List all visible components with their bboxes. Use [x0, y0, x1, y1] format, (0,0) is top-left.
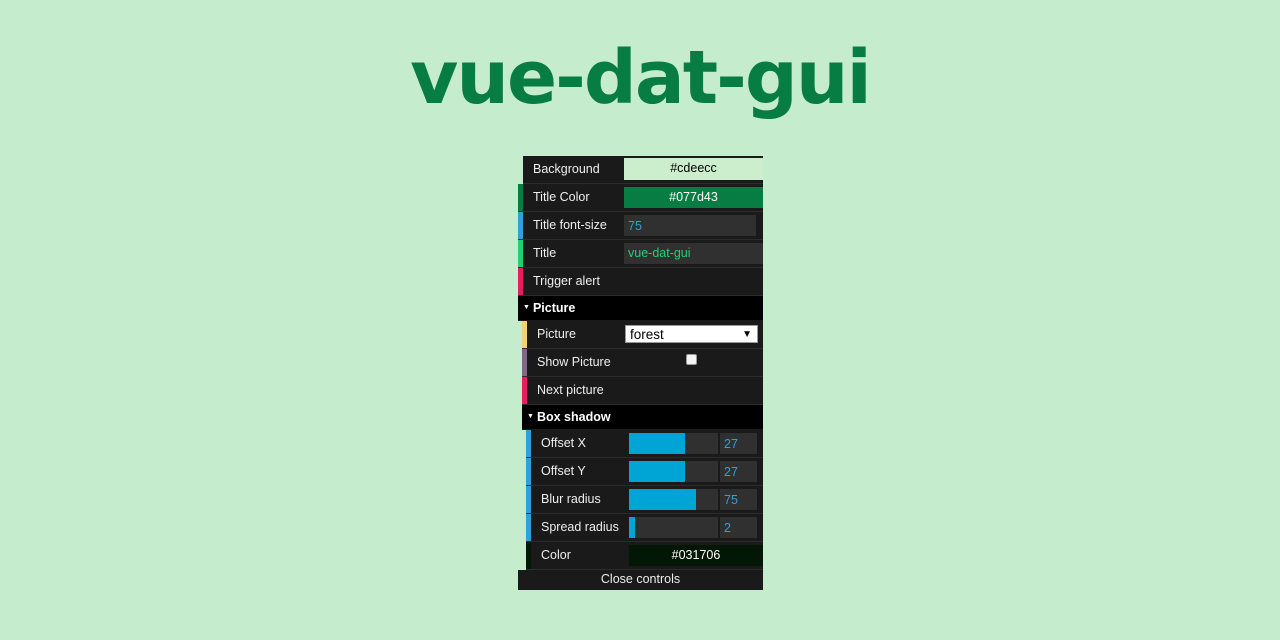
slider-fill [629, 517, 636, 538]
show-picture-checkbox[interactable] [686, 354, 697, 365]
control-label: Picture [537, 327, 576, 341]
control-picture: Picture forest ▼ [522, 321, 763, 349]
control-label: Color [541, 548, 571, 562]
blur-radius-slider[interactable] [629, 489, 718, 510]
offset-y-slider[interactable] [629, 461, 718, 482]
close-controls-button[interactable]: Close controls [518, 570, 763, 590]
control-label: Title [533, 246, 557, 260]
dropdown-arrow-icon: ▼ [742, 329, 752, 340]
control-offset-x: Offset X 27 [526, 430, 763, 458]
folder-box-shadow-title[interactable]: ▼ Box shadow [522, 405, 763, 430]
control-label: Offset X [541, 436, 586, 450]
control-label: Title Color [533, 190, 590, 204]
stripe [518, 240, 523, 267]
spread-radius-slider[interactable] [629, 517, 718, 538]
blur-radius-input[interactable]: 75 [720, 489, 757, 510]
control-label: Next picture [537, 383, 604, 397]
stripe [518, 184, 523, 211]
page-title: vue-dat-gui [410, 35, 872, 121]
stripe [518, 212, 523, 239]
stripe [526, 430, 531, 457]
offset-x-input[interactable]: 27 [720, 433, 757, 454]
slider-fill [629, 489, 696, 510]
control-label: Title font-size [533, 218, 607, 232]
slider-fill [629, 433, 686, 454]
control-label: Show Picture [537, 355, 611, 369]
stripe [522, 321, 527, 348]
spread-radius-input[interactable]: 2 [720, 517, 757, 538]
select-value: forest [630, 327, 664, 342]
offset-x-slider[interactable] [629, 433, 718, 454]
slider-fill [629, 461, 686, 482]
stripe [526, 514, 531, 541]
background-color-input[interactable]: #cdeecc [624, 158, 763, 180]
control-title-color: Title Color #077d43 [518, 184, 763, 212]
control-shadow-color: Color #031706 [526, 542, 763, 570]
stripe [526, 458, 531, 485]
title-text-input[interactable]: vue-dat-gui [624, 243, 763, 264]
chevron-down-icon: ▼ [527, 412, 534, 420]
stripe [526, 542, 531, 569]
control-background: Background #cdeecc [523, 156, 763, 184]
folder-picture-title[interactable]: ▼ Picture [518, 296, 763, 321]
folder-title-label: Picture [532, 301, 576, 315]
control-label: Spread radius [541, 520, 619, 534]
control-label: Offset Y [541, 464, 586, 478]
shadow-color-input[interactable]: #031706 [629, 545, 763, 566]
dat-gui-panel: Background #cdeecc Title Color #077d43 T… [518, 156, 763, 590]
control-label: Trigger alert [533, 274, 600, 288]
offset-y-input[interactable]: 27 [720, 461, 757, 482]
chevron-down-icon: ▼ [523, 303, 530, 311]
title-color-input[interactable]: #077d43 [624, 187, 763, 208]
control-show-picture: Show Picture [522, 349, 763, 377]
stripe [522, 377, 527, 404]
folder-title-label: Box shadow [536, 410, 611, 424]
trigger-alert-button[interactable]: Trigger alert [518, 268, 763, 296]
control-offset-y: Offset Y 27 [526, 458, 763, 486]
control-title-font-size: Title font-size 75 [518, 212, 763, 240]
picture-select[interactable]: forest ▼ [625, 325, 758, 343]
stripe [522, 349, 527, 376]
stripe [518, 268, 523, 295]
control-blur-radius: Blur radius 75 [526, 486, 763, 514]
next-picture-button[interactable]: Next picture [522, 377, 763, 405]
title-font-size-input[interactable]: 75 [624, 215, 756, 236]
control-label: Blur radius [541, 492, 601, 506]
control-title: Title vue-dat-gui [518, 240, 763, 268]
control-spread-radius: Spread radius 2 [526, 514, 763, 542]
control-label: Background [533, 162, 600, 176]
stripe [526, 486, 531, 513]
